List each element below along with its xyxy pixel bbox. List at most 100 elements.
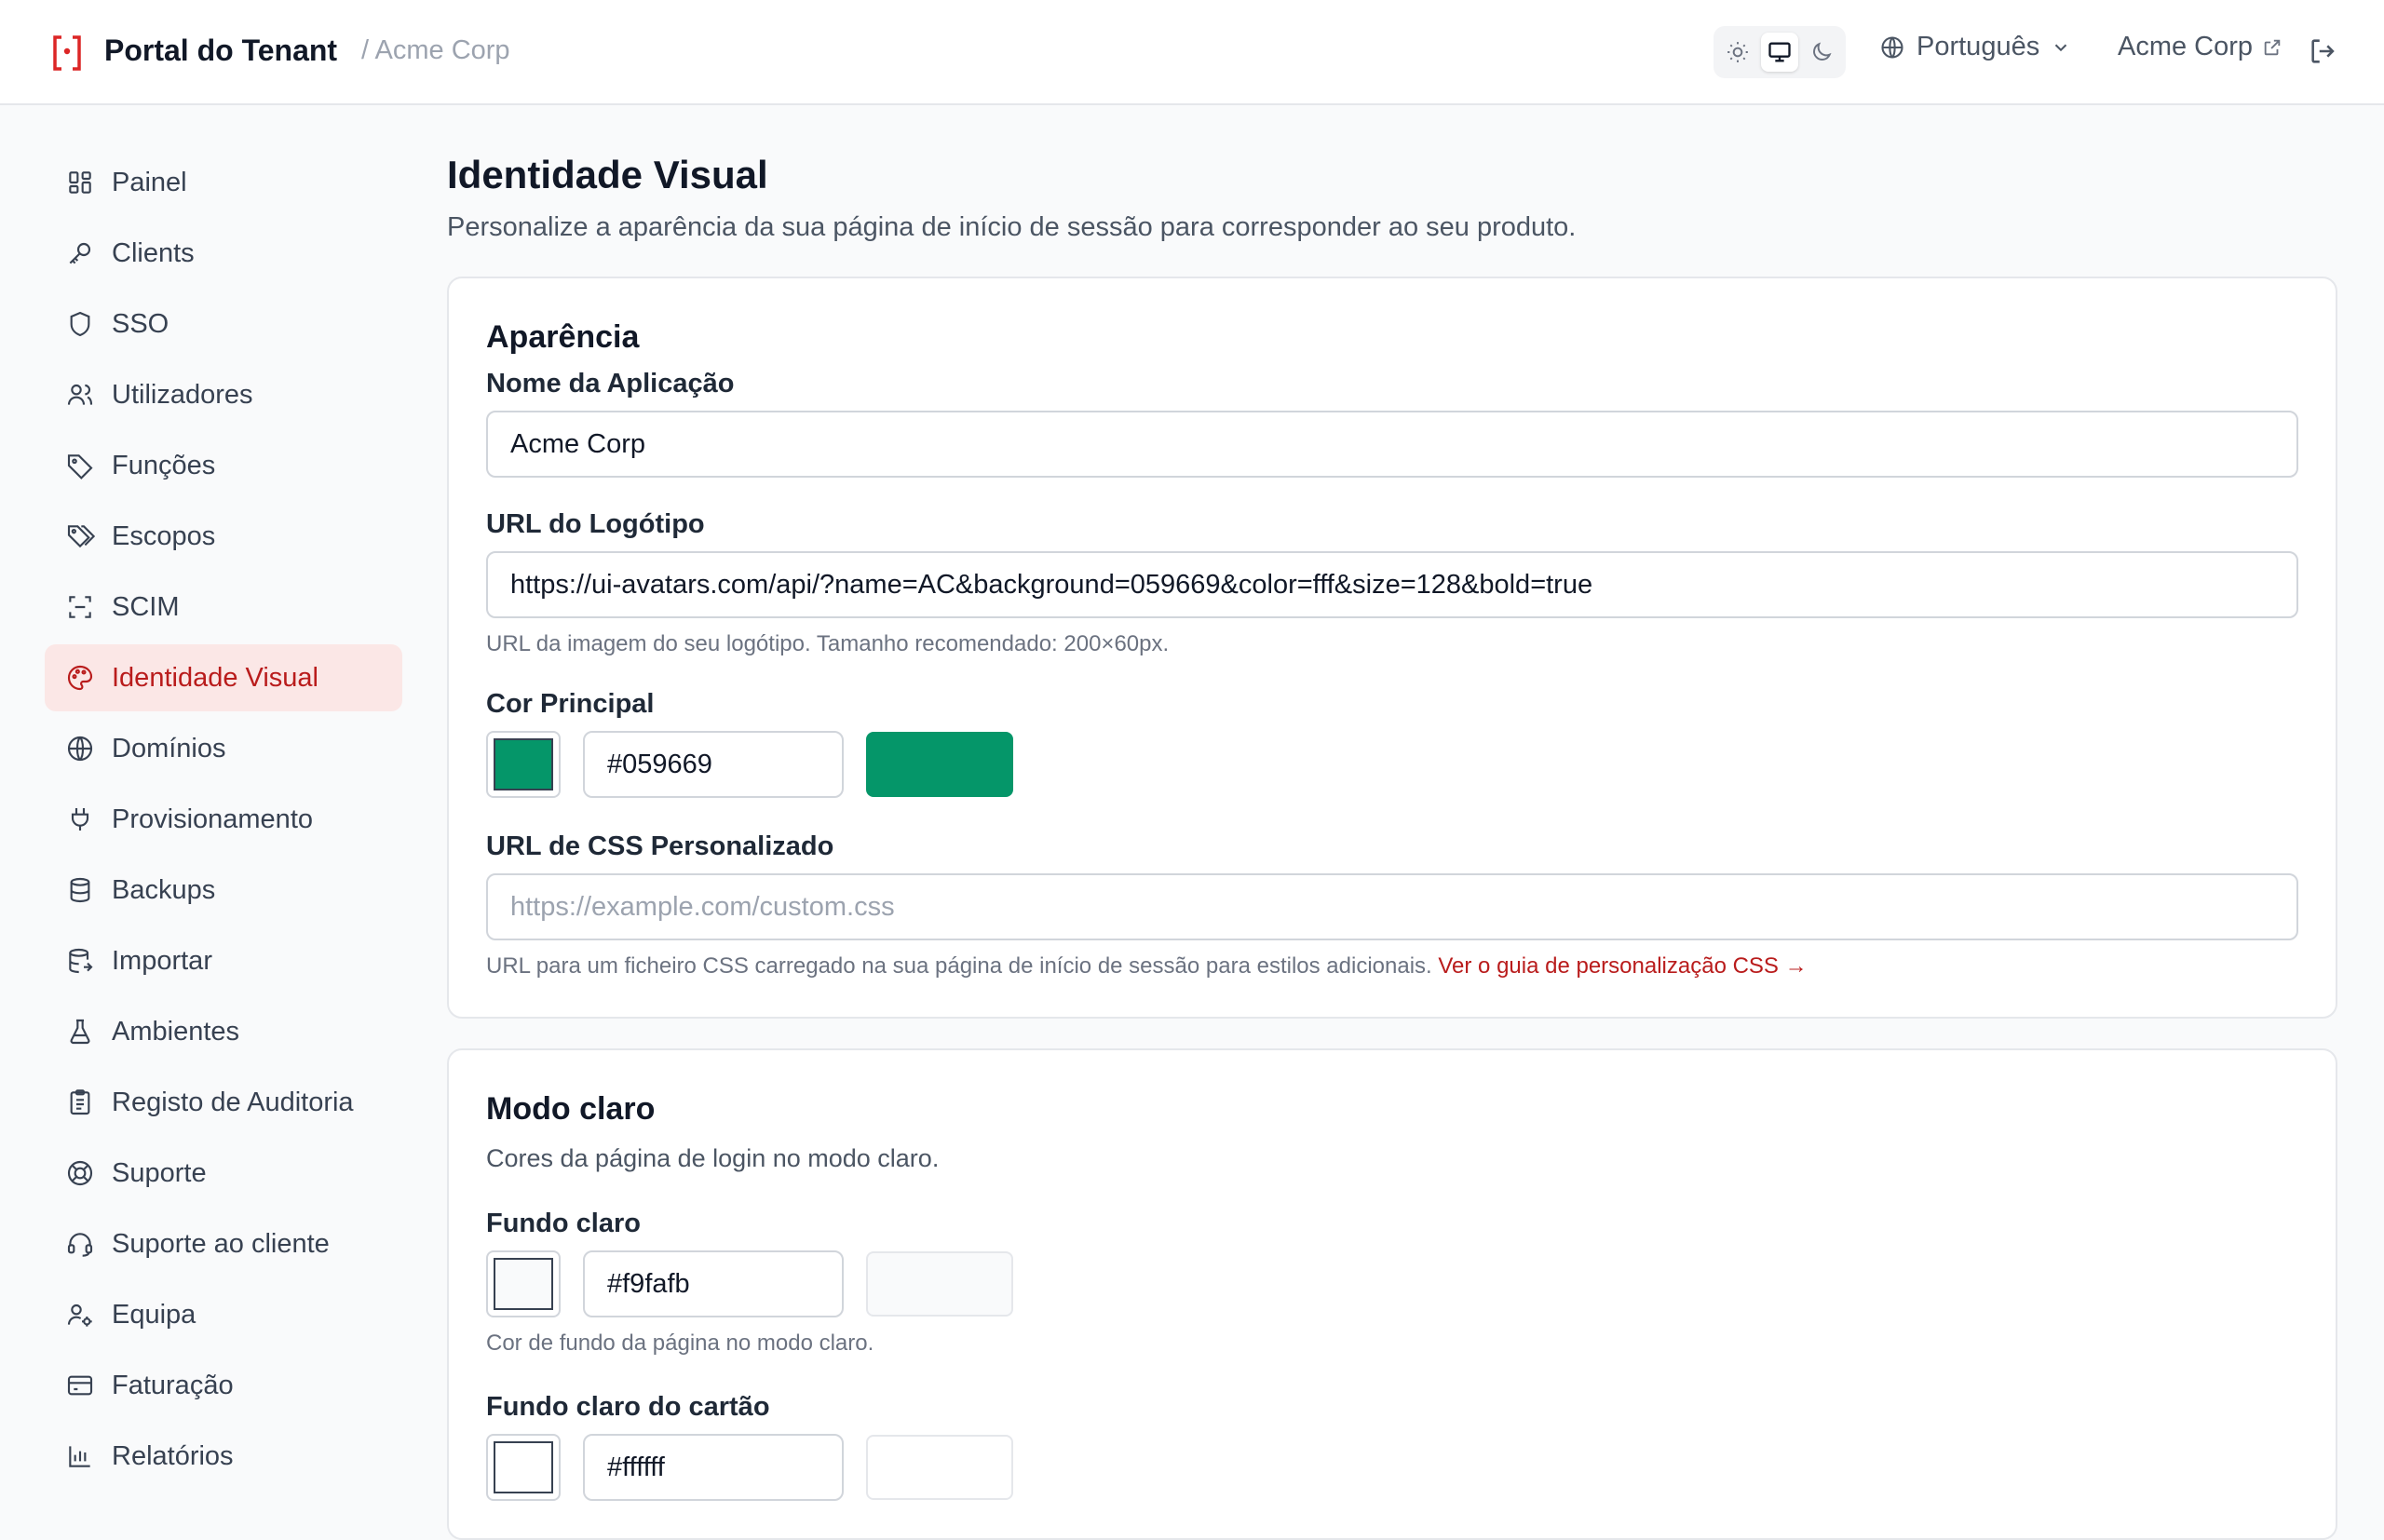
sidebar-item-label: Utilizadores [112,379,253,410]
logo-url-help: URL da imagem do seu logótipo. Tamanho r… [486,631,1170,656]
sidebar-item-sso[interactable]: SSO [45,290,402,358]
sidebar-item-label: Identidade Visual [112,662,318,693]
main-content: Identidade Visual Personalize a aparênci… [447,149,2337,1540]
sidebar-item-label: Ambientes [112,1016,240,1047]
app-name-label: Nome da Aplicação [486,369,735,399]
sidebar-item-escopos[interactable]: Escopos [45,503,402,570]
sidebar-item-importar[interactable]: Importar [45,927,402,994]
sidebar-item-label: SSO [112,308,169,339]
breadcrumb: / Acme Corp [361,35,510,65]
external-link-icon [2264,39,2281,55]
app-name-input[interactable]: Acme Corp [486,411,2298,478]
sidebar-item-label: Equipa [112,1299,196,1330]
sidebar-item-dominios[interactable]: Domínios [45,715,402,782]
light-bg-color-picker[interactable] [486,1250,561,1317]
top-bar: Portal do Tenant / Acme Corp Português A… [0,0,2384,105]
sidebar-item-clients[interactable]: Clients [45,220,402,287]
light-bg-help: Cor de fundo da página no modo claro. [486,1331,874,1356]
logout-icon[interactable] [2308,35,2339,67]
sidebar-item-label: Painel [112,167,187,197]
monitor-icon [1768,42,1791,62]
sidebar-item-label: Faturação [112,1370,234,1400]
bar-chart-icon [69,1446,90,1467]
light-bg-label: Fundo claro [486,1209,641,1238]
sidebar-item-label: Registo de Auditoria [112,1087,354,1117]
flask-icon [70,1019,90,1045]
sidebar-item-identidade-visual[interactable]: Identidade Visual [45,644,402,711]
headset-icon [67,1233,93,1257]
sidebar-item-label: Suporte ao cliente [112,1228,330,1259]
sidebar-item-faturacao[interactable]: Faturação [45,1352,402,1419]
sidebar-item-label: Importar [112,945,212,976]
sidebar-item-label: SCIM [112,591,180,622]
sidebar-item-equipa[interactable]: Equipa [45,1281,402,1348]
key-icon [69,242,91,264]
language-selector[interactable]: Português [1879,32,2071,62]
sidebar-item-relatorios[interactable]: Relatórios [45,1423,402,1490]
sidebar-item-label: Suporte [112,1157,207,1188]
light-card-bg-input[interactable]: #ffffff [583,1434,844,1501]
light-card-bg-preview [866,1435,1013,1500]
sidebar-item-label: Funções [112,450,216,480]
globe-icon [1881,35,1903,59]
logo-url-label: URL do Logótipo [486,509,705,539]
shield-icon [70,311,90,337]
sidebar-item-painel[interactable]: Painel [45,149,402,216]
tag-icon [67,454,93,480]
light-bg-preview [866,1251,1013,1317]
sidebar-nav: Painel Clients SSO Utilizadores Funções … [45,149,402,1493]
primary-color-swatch [494,738,553,790]
light-bg-swatch [494,1258,553,1310]
appearance-card: Aparência Nome da Aplicação Acme Corp UR… [447,277,2337,1019]
card-title: Modo claro [486,1091,656,1127]
page-subtitle: Personalize a aparência da sua página de… [447,212,1577,242]
sidebar-item-label: Relatórios [112,1440,234,1471]
primary-color-input[interactable]: #059669 [583,731,844,798]
moon-icon [1812,42,1832,61]
primary-color-picker[interactable] [486,731,561,798]
sidebar-item-registo-de-auditoria[interactable]: Registo de Auditoria [45,1069,402,1136]
brand-logo-icon [53,35,81,71]
css-guide-link[interactable]: Ver o guia de personalização CSS → [1438,953,1807,979]
sidebar-item-label: Clients [112,237,195,268]
sidebar-item-backups[interactable]: Backups [45,857,402,924]
theme-dark-button[interactable] [1802,33,1840,72]
css-url-help-text: URL para um ficheiro CSS carregado na su… [486,953,1432,979]
sidebar-item-label: Provisionamento [112,804,313,834]
app-title[interactable]: Portal do Tenant [104,34,337,68]
user-cog-icon [67,1304,92,1327]
css-url-label: URL de CSS Personalizado [486,831,834,861]
theme-system-button[interactable] [1760,33,1799,72]
sidebar-item-suporte-ao-cliente[interactable]: Suporte ao cliente [45,1210,402,1277]
clipboard-icon [70,1089,90,1115]
globe-icon [67,736,93,762]
theme-light-button[interactable] [1719,33,1757,72]
sun-icon [1727,42,1749,62]
card-title: Aparência [486,319,640,355]
tenant-link-label: Acme Corp [2118,32,2254,61]
tenant-external-link[interactable]: Acme Corp [2118,32,2282,62]
light-card-bg-color-picker[interactable] [486,1434,561,1501]
chevron-down-icon [2054,44,2067,51]
theme-switcher [1714,26,1846,78]
sidebar-item-funcoes[interactable]: Funções [45,432,402,499]
database-icon [70,877,90,903]
light-card-bg-swatch [494,1441,553,1493]
database-import-icon [69,948,93,974]
sidebar-item-label: Escopos [112,520,216,551]
sidebar-item-ambientes[interactable]: Ambientes [45,998,402,1065]
primary-color-preview [866,732,1013,797]
scan-icon [69,596,91,618]
page-title: Identidade Visual [447,153,768,196]
sidebar-item-suporte[interactable]: Suporte [45,1140,402,1207]
light-bg-input[interactable]: #f9fafb [583,1250,844,1317]
users-icon [67,384,93,405]
logo-url-input[interactable]: https://ui-avatars.com/api/?name=AC&back… [486,551,2298,618]
plug-icon [71,808,89,831]
css-url-help: URL para um ficheiro CSS carregado na su… [486,953,2298,979]
sidebar-item-utilizadores[interactable]: Utilizadores [45,361,402,428]
sidebar-item-scim[interactable]: SCIM [45,574,402,641]
sidebar-item-provisionamento[interactable]: Provisionamento [45,786,402,853]
css-url-input[interactable]: https://example.com/custom.css [486,873,2298,940]
language-label: Português [1917,32,2040,61]
